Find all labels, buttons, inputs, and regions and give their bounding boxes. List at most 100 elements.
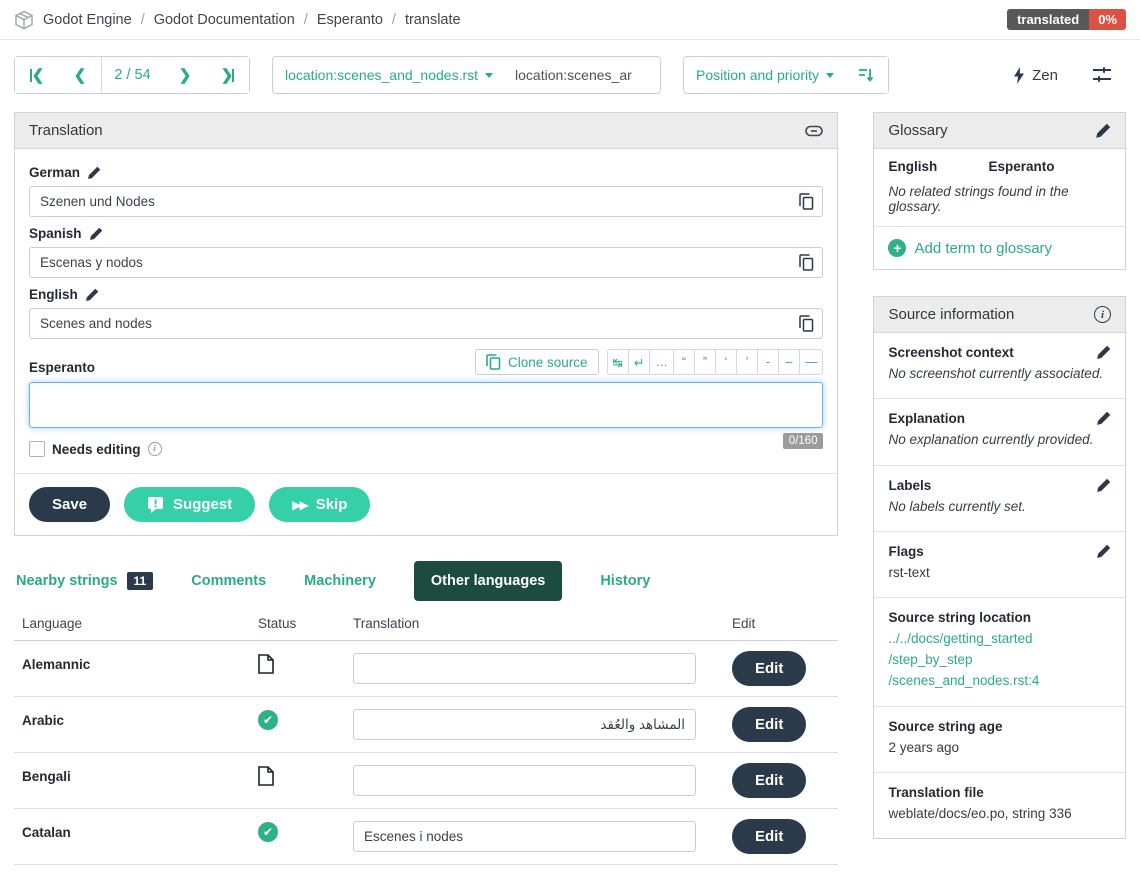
suggest-bubble-icon (147, 496, 164, 513)
lightning-icon (1013, 67, 1025, 84)
pencil-icon (1096, 478, 1111, 493)
pencil-icon (1096, 345, 1111, 360)
zen-mode-button[interactable]: Zen (1013, 67, 1058, 84)
insert-ellipsis-button[interactable]: … (649, 349, 674, 375)
row-language: Bengali (22, 763, 258, 784)
row-translation-input[interactable] (353, 709, 696, 740)
skip-button[interactable]: ▶▶ Skip (269, 487, 370, 522)
edit-flags-button[interactable] (1096, 544, 1111, 559)
row-translation-input[interactable] (353, 653, 696, 684)
save-button[interactable]: Save (29, 487, 110, 522)
previous-string-button[interactable]: ❮ (58, 57, 101, 93)
pencil-icon[interactable] (85, 288, 99, 302)
source-location-link[interactable]: ../../docs/getting_started (888, 629, 1111, 650)
insert-rsquo-button[interactable]: ’ (736, 349, 758, 375)
edit-labels-button[interactable] (1096, 478, 1111, 493)
source-location-link[interactable]: /scenes_and_nodes.rst:4 (888, 671, 1111, 692)
translated-progress-badge[interactable]: translated 0% (1007, 9, 1126, 30)
source-string-location-section: Source string location ../../docs/gettin… (874, 598, 1125, 707)
sort-direction-button[interactable] (846, 57, 888, 93)
add-term-label: Add term to glossary (914, 240, 1052, 257)
edit-glossary-button[interactable] (1095, 123, 1111, 139)
language-name: Spanish (29, 226, 82, 241)
settings-button[interactable] (1092, 66, 1112, 84)
insert-rdquo-button[interactable]: ” (694, 349, 716, 375)
tune-sliders-icon (1092, 66, 1112, 84)
copy-german-button[interactable] (793, 189, 819, 214)
insert-hyphen-button[interactable]: - (757, 349, 779, 375)
add-term-to-glossary-button[interactable]: + Add term to glossary (874, 226, 1125, 269)
pagination-group: ❮ ❮ 2 / 54 ❯ ❯ (14, 56, 250, 94)
filter-dropdown[interactable]: location:scenes_and_nodes.rst (273, 57, 505, 93)
tab-machinery[interactable]: Machinery (304, 561, 376, 601)
german-translation-input[interactable] (29, 186, 823, 217)
edit-bengali-button[interactable]: Edit (732, 763, 806, 798)
last-string-button[interactable]: ❯ (206, 57, 249, 93)
glossary-header: Glossary (874, 113, 1125, 149)
breadcrumb-language[interactable]: Esperanto (317, 12, 383, 28)
edit-alemannic-button[interactable]: Edit (732, 651, 806, 686)
sort-dropdown[interactable]: Position and priority (684, 57, 846, 93)
edit-catalan-button[interactable]: Edit (732, 819, 806, 854)
explanation-section: Explanation No explanation currently pro… (874, 399, 1125, 465)
skip-icon: ▶▶ (292, 498, 306, 512)
source-string-age-section: Source string age 2 years ago (874, 707, 1125, 773)
breadcrumb-page[interactable]: translate (405, 12, 461, 28)
section-label: Labels (888, 478, 931, 493)
detail-tabs: Nearby strings 11 Comments Machinery Oth… (16, 560, 838, 602)
row-translation-input[interactable] (353, 821, 696, 852)
breadcrumb-component[interactable]: Godot Documentation (154, 12, 295, 28)
spanish-translation-input[interactable] (29, 247, 823, 278)
clone-source-button[interactable]: Clone source (475, 349, 599, 375)
special-characters-group: ↹ ↵ … “ ” ‘ ’ - – — (607, 349, 824, 375)
edit-explanation-button[interactable] (1096, 411, 1111, 426)
copy-spanish-button[interactable] (793, 250, 819, 275)
permalink-button[interactable] (805, 125, 823, 137)
skip-label: Skip (316, 496, 348, 513)
needs-editing-label[interactable]: Needs editing (52, 442, 141, 457)
search-input[interactable] (505, 57, 660, 93)
english-source-input[interactable] (29, 308, 823, 339)
insert-newline-button[interactable]: ↵ (628, 349, 650, 375)
row-translation-input[interactable] (353, 765, 696, 796)
copy-icon (799, 193, 814, 210)
caret-down-icon (826, 73, 834, 78)
insert-ldquo-button[interactable]: “ (673, 349, 695, 375)
german-field-wrap (29, 186, 823, 217)
edit-arabic-button[interactable]: Edit (732, 707, 806, 742)
next-string-button[interactable]: ❯ (163, 57, 206, 93)
tab-label: Comments (191, 573, 266, 589)
first-string-button[interactable]: ❮ (15, 57, 58, 93)
suggest-button[interactable]: Suggest (124, 487, 255, 522)
tab-other-languages[interactable]: Other languages (414, 561, 562, 601)
pencil-icon (1096, 544, 1111, 559)
pencil-icon[interactable] (87, 166, 101, 180)
edit-screenshot-button[interactable] (1096, 345, 1111, 360)
language-name: German (29, 165, 80, 180)
source-location-link[interactable]: /step_by_step (888, 650, 1111, 671)
untranslated-document-icon (258, 651, 353, 677)
insert-lsquo-button[interactable]: ‘ (715, 349, 737, 375)
pencil-icon[interactable] (89, 227, 103, 241)
needs-editing-checkbox[interactable] (29, 441, 45, 457)
badge-value: 0% (1089, 9, 1126, 30)
insert-emdash-button[interactable]: — (799, 349, 824, 375)
language-name: English (29, 287, 78, 302)
tab-comments[interactable]: Comments (191, 561, 266, 601)
suggest-label: Suggest (173, 496, 232, 513)
tab-history[interactable]: History (600, 561, 650, 601)
insert-endash-button[interactable]: – (778, 349, 800, 375)
breadcrumb-project[interactable]: Godot Engine (43, 12, 132, 28)
copy-english-button[interactable] (793, 311, 819, 336)
english-field-wrap (29, 308, 823, 339)
filter-dropdown-label: location:scenes_and_nodes.rst (285, 67, 478, 83)
tab-nearby-strings[interactable]: Nearby strings 11 (16, 560, 153, 602)
right-sidebar: Glossary English Esperanto No related st… (873, 112, 1126, 865)
insert-tab-button[interactable]: ↹ (607, 349, 629, 375)
translation-card-body: German Spanish (15, 149, 837, 473)
esperanto-translation-textarea[interactable] (29, 382, 823, 428)
next-icon: ❯ (179, 66, 191, 84)
badge-label: translated (1007, 9, 1089, 30)
table-row: Catalan ✔ Edit (14, 809, 838, 865)
table-row: Bengali Edit (14, 753, 838, 809)
